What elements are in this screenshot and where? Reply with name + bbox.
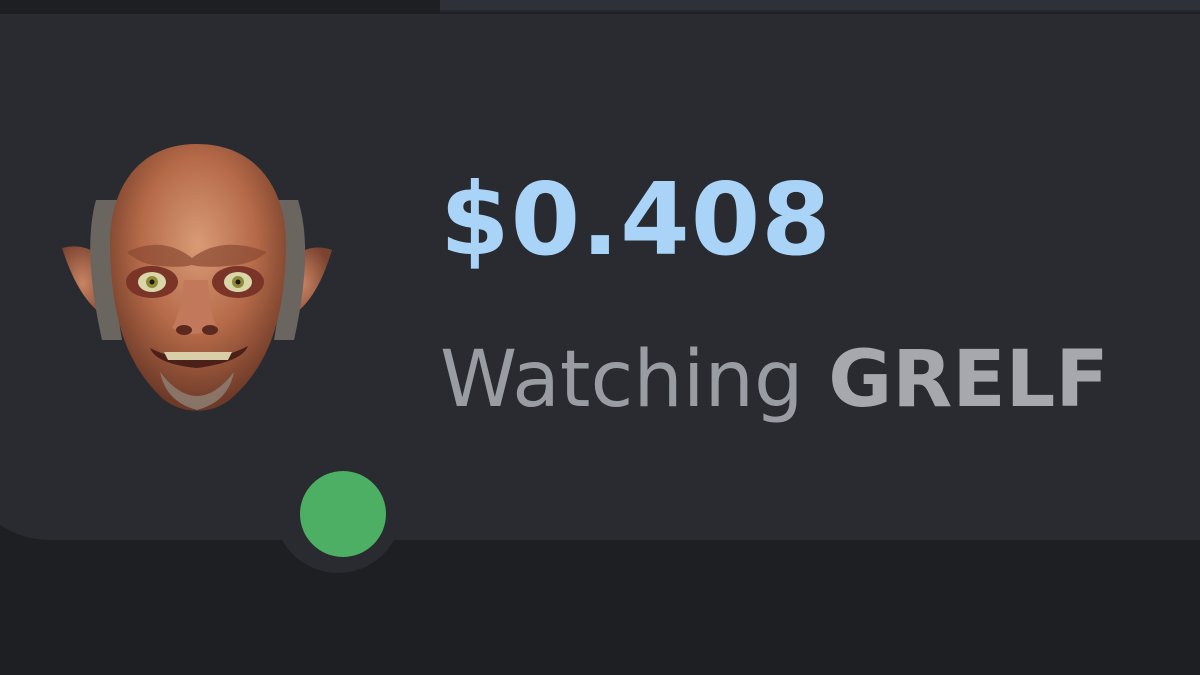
- goblin-face-avatar-icon: [62, 144, 332, 411]
- online-status-indicator: [300, 471, 386, 557]
- avatar[interactable]: [52, 140, 402, 573]
- activity-status: Watching GRELF: [440, 330, 1109, 430]
- top-divider: [440, 0, 1200, 12]
- activity-verb: Watching: [440, 335, 804, 425]
- presence-card-screen: $0.408 Watching GRELF: [0, 0, 1200, 675]
- price-display: $0.408: [440, 161, 832, 278]
- activity-target: GRELF: [828, 335, 1109, 425]
